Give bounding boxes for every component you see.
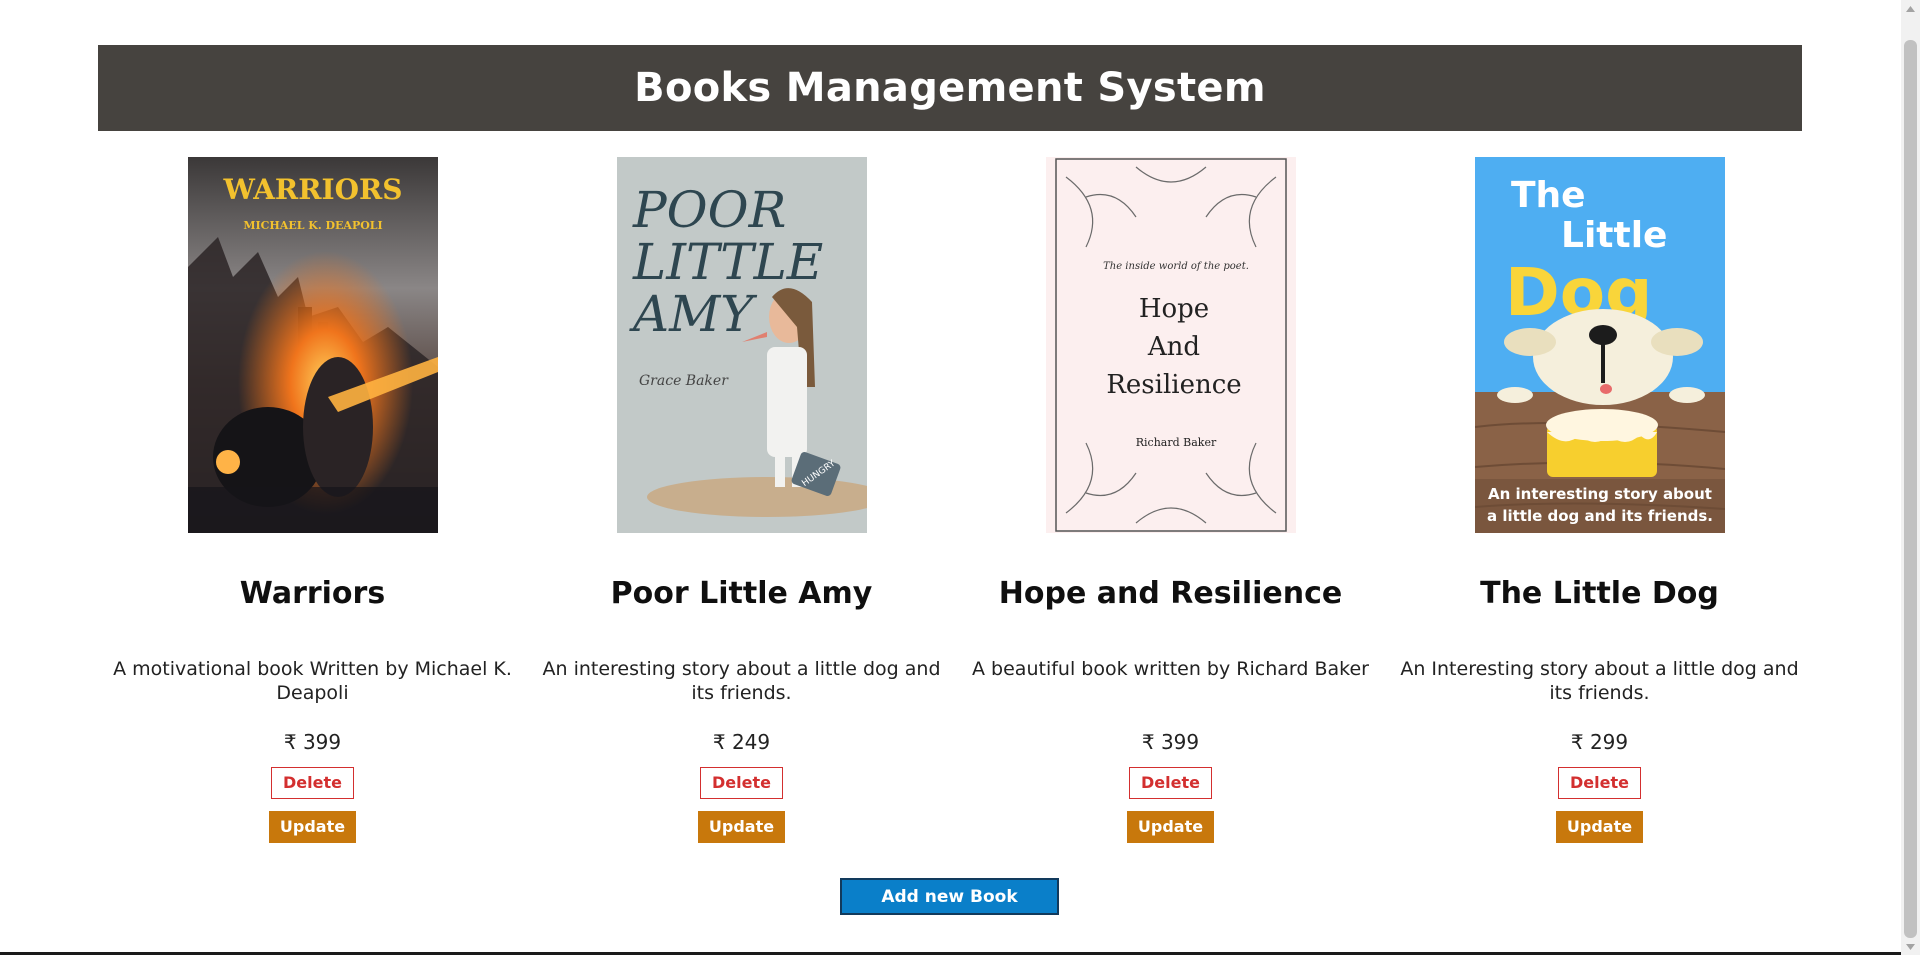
update-button[interactable]: Update [1126,811,1215,843]
book-price: ₹ 249 [712,730,771,754]
book-price: ₹ 399 [1141,730,1200,754]
book-cover-image: POOR LITTLE AMY Grace Baker HUNGRY [616,157,867,533]
cover-title-line-2: Little [1561,215,1667,256]
header-bar: Books Management System [98,45,1802,131]
scrollbar-thumb[interactable] [1904,40,1917,938]
update-button[interactable]: Update [268,811,357,843]
delete-button[interactable]: Delete [1558,767,1641,799]
add-new-book-button[interactable]: Add new Book [840,878,1059,915]
book-title: Warriors [239,576,386,611]
cover-tagline-text: The inside world of the poet. [1103,261,1249,272]
book-price: ₹ 299 [1570,730,1629,754]
book-card: The Little Dog An interesting story abou… [1385,157,1814,843]
book-title: Poor Little Amy [610,576,873,611]
cover-author-text: Richard Baker [1135,436,1216,449]
book-description: An interesting story about a little dog … [542,658,941,704]
cover-author-text: Grace Baker [639,373,729,389]
update-button[interactable]: Update [1555,811,1644,843]
book-description: An Interesting story about a little dog … [1400,658,1799,704]
delete-button[interactable]: Delete [1129,767,1212,799]
delete-button[interactable]: Delete [271,767,354,799]
cover-subtitle-line-1: An interesting story about [1488,485,1712,503]
cover-title-line-2: LITTLE [632,233,823,291]
book-title: The Little Dog [1480,576,1719,611]
book-card: POOR LITTLE AMY Grace Baker HUNGRY Poor … [527,157,956,843]
cover-title-line-1: The [1511,175,1586,216]
delete-button[interactable]: Delete [700,767,783,799]
book-card: The inside world of the poet. Hope And R… [956,157,1385,843]
update-button[interactable]: Update [697,811,786,843]
cover-subtitle-line-2: a little dog and its friends. [1486,507,1712,525]
book-price: ₹ 399 [283,730,342,754]
cover-title-line-1: POOR [632,181,786,239]
book-cover-image: WARRIORS MICHAEL K. DEAPOLI [187,157,438,533]
book-card: WARRIORS MICHAEL K. DEAPOLI Warriors A m… [98,157,527,843]
cover-title-line-3: AMY [629,285,757,343]
book-title: Hope and Resilience [998,576,1343,611]
book-description: A beautiful book written by Richard Bake… [972,658,1369,680]
cover-author-text: MICHAEL K. DEAPOLI [243,219,382,232]
scroll-up-arrow-icon[interactable] [1901,0,1920,17]
cover-title-text: WARRIORS [222,173,402,206]
book-cover-image: The inside world of the poet. Hope And R… [1045,157,1296,533]
scroll-down-arrow-icon[interactable] [1901,938,1920,955]
cover-title-line-2: And [1146,332,1199,362]
book-description: A motivational book Written by Michael K… [113,658,512,704]
cover-title-line-1: Hope [1138,294,1208,324]
page-title: Books Management System [634,65,1266,111]
vertical-scrollbar[interactable] [1901,0,1920,955]
page: Books Management System WARRIORS MICHAEL… [0,0,1920,955]
book-cover-image: The Little Dog An interesting story abou… [1474,157,1725,533]
cover-title-line-3: Resilience [1106,370,1241,400]
book-list: WARRIORS MICHAEL K. DEAPOLI Warriors A m… [98,157,1814,843]
